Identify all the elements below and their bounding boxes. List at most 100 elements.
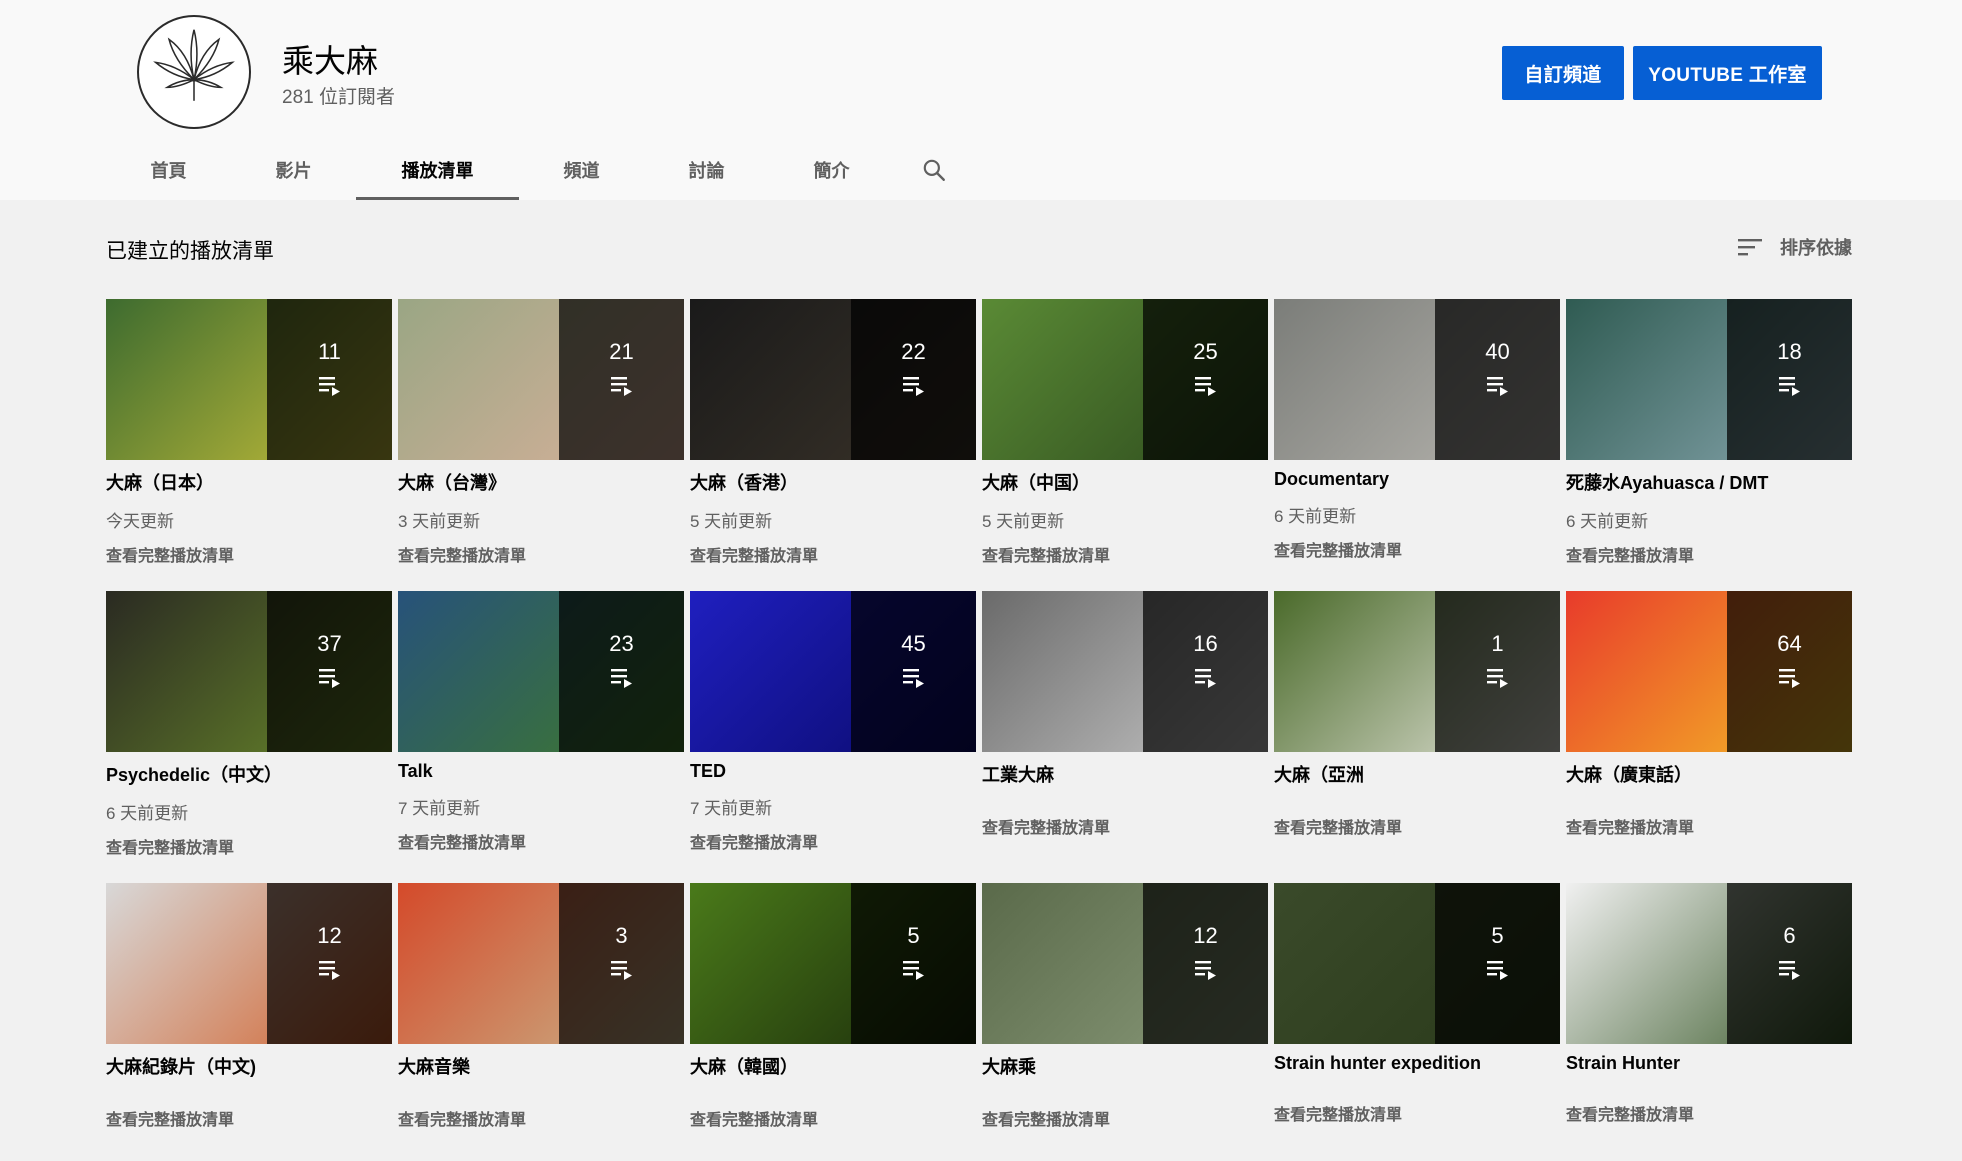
playlist-title[interactable]: TED	[690, 761, 976, 782]
playlist-card[interactable]: 37 Psychedelic（中文） 6 天前更新查看完整播放清單	[106, 591, 392, 883]
tab-channels[interactable]: 頻道	[519, 140, 644, 200]
playlist-thumbnail[interactable]: 18	[1566, 299, 1852, 460]
playlist-thumbnail[interactable]: 21	[398, 299, 684, 460]
playlist-card[interactable]: 18 死藤水Ayahuasca / DMT 6 天前更新查看完整播放清單	[1566, 299, 1852, 591]
view-full-playlist-link[interactable]: 查看完整播放清單	[982, 814, 1268, 838]
playlist-thumbnail[interactable]: 64	[1566, 591, 1852, 752]
playlist-card[interactable]: 5 Strain hunter expedition 查看完整播放清單	[1274, 883, 1560, 1161]
view-full-playlist-link[interactable]: 查看完整播放清單	[106, 834, 392, 858]
playlist-title[interactable]: 大麻（日本）	[106, 469, 392, 495]
playlist-card[interactable]: 25 大麻（中国） 5 天前更新查看完整播放清單	[982, 299, 1268, 591]
playlist-thumbnail[interactable]: 3	[398, 883, 684, 1044]
playlist-thumbnail[interactable]: 6	[1566, 883, 1852, 1044]
playlist-card[interactable]: 21 大麻（台灣》 3 天前更新查看完整播放清單	[398, 299, 684, 591]
view-full-playlist-link[interactable]: 查看完整播放清單	[690, 542, 976, 566]
tab-discussion[interactable]: 討論	[644, 140, 769, 200]
playlist-count-overlay: 16	[1143, 591, 1268, 752]
playlist-card[interactable]: 11 大麻（日本） 今天更新 查看完整播放清單	[106, 299, 392, 591]
playlist-count-overlay: 25	[1143, 299, 1268, 460]
view-full-playlist-link[interactable]: 查看完整播放清單	[398, 1106, 684, 1130]
youtube-studio-button[interactable]: YOUTUBE 工作室	[1633, 46, 1822, 100]
playlist-title[interactable]: Strain Hunter	[1566, 1053, 1852, 1074]
sort-button[interactable]: 排序依據	[1738, 234, 1852, 260]
playlist-card[interactable]: 3 大麻音樂查看完整播放清單	[398, 883, 684, 1161]
playlist-thumbnail[interactable]: 45	[690, 591, 976, 752]
playlist-card[interactable]: 12 大麻乘查看完整播放清單	[982, 883, 1268, 1161]
playlist-thumbnail[interactable]: 12	[982, 883, 1268, 1044]
playlist-count-overlay: 45	[851, 591, 976, 752]
playlist-thumbnail[interactable]: 22	[690, 299, 976, 460]
tab-videos[interactable]: 影片	[231, 140, 356, 200]
view-full-playlist-link[interactable]: 查看完整播放清單	[1566, 1101, 1852, 1125]
playlist-title[interactable]: 大麻（中国）	[982, 469, 1268, 495]
playlist-icon	[1486, 375, 1510, 402]
playlist-title[interactable]: 工業大麻	[982, 761, 1268, 787]
playlist-card[interactable]: 16 工業大麻查看完整播放清單	[982, 591, 1268, 883]
playlist-title[interactable]: 大麻（香港）	[690, 469, 976, 495]
playlist-card[interactable]: 6 Strain Hunter 查看完整播放清單	[1566, 883, 1852, 1161]
playlist-thumbnail[interactable]: 1	[1274, 591, 1560, 752]
search-icon[interactable]	[894, 140, 974, 200]
playlist-title[interactable]: 大麻（台灣》	[398, 469, 684, 495]
playlist-updated: 5 天前更新	[982, 512, 1065, 531]
playlist-thumbnail[interactable]: 11	[106, 299, 392, 460]
playlist-updated: 6 天前更新	[1566, 512, 1649, 531]
playlist-count-overlay: 5	[1435, 883, 1560, 1044]
playlist-icon	[1486, 959, 1510, 986]
playlist-title[interactable]: Psychedelic（中文）	[106, 761, 392, 787]
playlist-title[interactable]: 大麻（廣東話）	[1566, 761, 1852, 787]
playlist-icon	[610, 375, 634, 402]
tab-playlists[interactable]: 播放清單	[356, 140, 519, 200]
playlist-card[interactable]: 64 大麻（廣東話） 查看完整播放清單	[1566, 591, 1852, 883]
view-full-playlist-link[interactable]: 查看完整播放清單	[1274, 814, 1560, 838]
playlist-title[interactable]: 大麻（亞洲	[1274, 761, 1560, 787]
view-full-playlist-link[interactable]: 查看完整播放清單	[982, 542, 1268, 566]
playlist-thumbnail[interactable]: 37	[106, 591, 392, 752]
playlist-card[interactable]: 1 大麻（亞洲查看完整播放清單	[1274, 591, 1560, 883]
playlist-title[interactable]: 大麻音樂	[398, 1053, 684, 1079]
playlist-updated: 6 天前更新	[106, 804, 189, 823]
playlist-title[interactable]: Documentary	[1274, 469, 1560, 490]
playlist-title[interactable]: Strain hunter expedition	[1274, 1053, 1560, 1074]
playlist-card[interactable]: 23 Talk 7 天前更新 查看完整播放清單	[398, 591, 684, 883]
video-count: 22	[901, 339, 926, 364]
view-full-playlist-link[interactable]: 查看完整播放清單	[106, 542, 392, 566]
playlist-card[interactable]: 22 大麻（香港） 5 天前更新 查看完整播放清單	[690, 299, 976, 591]
playlist-thumbnail[interactable]: 16	[982, 591, 1268, 752]
playlist-thumbnail[interactable]: 23	[398, 591, 684, 752]
view-full-playlist-link[interactable]: 查看完整播放清單	[690, 1106, 976, 1130]
view-full-playlist-link[interactable]: 查看完整播放清單	[1566, 814, 1852, 838]
playlist-title[interactable]: 死藤水Ayahuasca / DMT	[1566, 469, 1852, 495]
channel-avatar[interactable]	[137, 15, 251, 129]
playlist-title[interactable]: 大麻紀錄片（中文)	[106, 1053, 392, 1079]
tab-home[interactable]: 首頁	[106, 140, 231, 200]
video-count: 40	[1485, 339, 1510, 364]
view-full-playlist-link[interactable]: 查看完整播放清單	[1274, 1101, 1560, 1125]
playlist-thumbnail[interactable]: 25	[982, 299, 1268, 460]
section-title: 已建立的播放清單	[106, 240, 274, 263]
view-full-playlist-link[interactable]: 查看完整播放清單	[982, 1106, 1268, 1130]
playlist-card[interactable]: 45 TED 7 天前更新 查看完整播放清單	[690, 591, 976, 883]
playlist-title[interactable]: Talk	[398, 761, 684, 782]
playlist-thumbnail[interactable]: 5	[690, 883, 976, 1044]
playlist-count-overlay: 18	[1727, 299, 1852, 460]
playlist-thumbnail[interactable]: 5	[1274, 883, 1560, 1044]
playlist-card[interactable]: 12 大麻紀錄片（中文) 查看完整播放清單	[106, 883, 392, 1161]
view-full-playlist-link[interactable]: 查看完整播放清單	[398, 542, 684, 566]
playlist-card[interactable]: 5 大麻（韓國） 查看完整播放清單	[690, 883, 976, 1161]
tab-about[interactable]: 簡介	[769, 140, 894, 200]
playlist-icon	[610, 959, 634, 986]
playlist-card[interactable]: 40 Documentary 6 天前更新 查看完整播放清單	[1274, 299, 1560, 591]
playlist-thumbnail[interactable]: 12	[106, 883, 392, 1044]
view-full-playlist-link[interactable]: 查看完整播放清單	[690, 829, 976, 853]
view-full-playlist-link[interactable]: 查看完整播放清單	[106, 1106, 392, 1130]
view-full-playlist-link[interactable]: 查看完整播放清單	[1274, 537, 1560, 561]
playlist-thumbnail[interactable]: 40	[1274, 299, 1560, 460]
playlist-title[interactable]: 大麻（韓國）	[690, 1053, 976, 1079]
customize-channel-button[interactable]: 自訂頻道	[1502, 46, 1624, 100]
playlist-updated: 3 天前更新	[398, 512, 481, 531]
view-full-playlist-link[interactable]: 查看完整播放清單	[398, 829, 684, 853]
video-count: 16	[1193, 631, 1218, 656]
playlist-title[interactable]: 大麻乘	[982, 1053, 1268, 1079]
view-full-playlist-link[interactable]: 查看完整播放清單	[1566, 542, 1852, 566]
